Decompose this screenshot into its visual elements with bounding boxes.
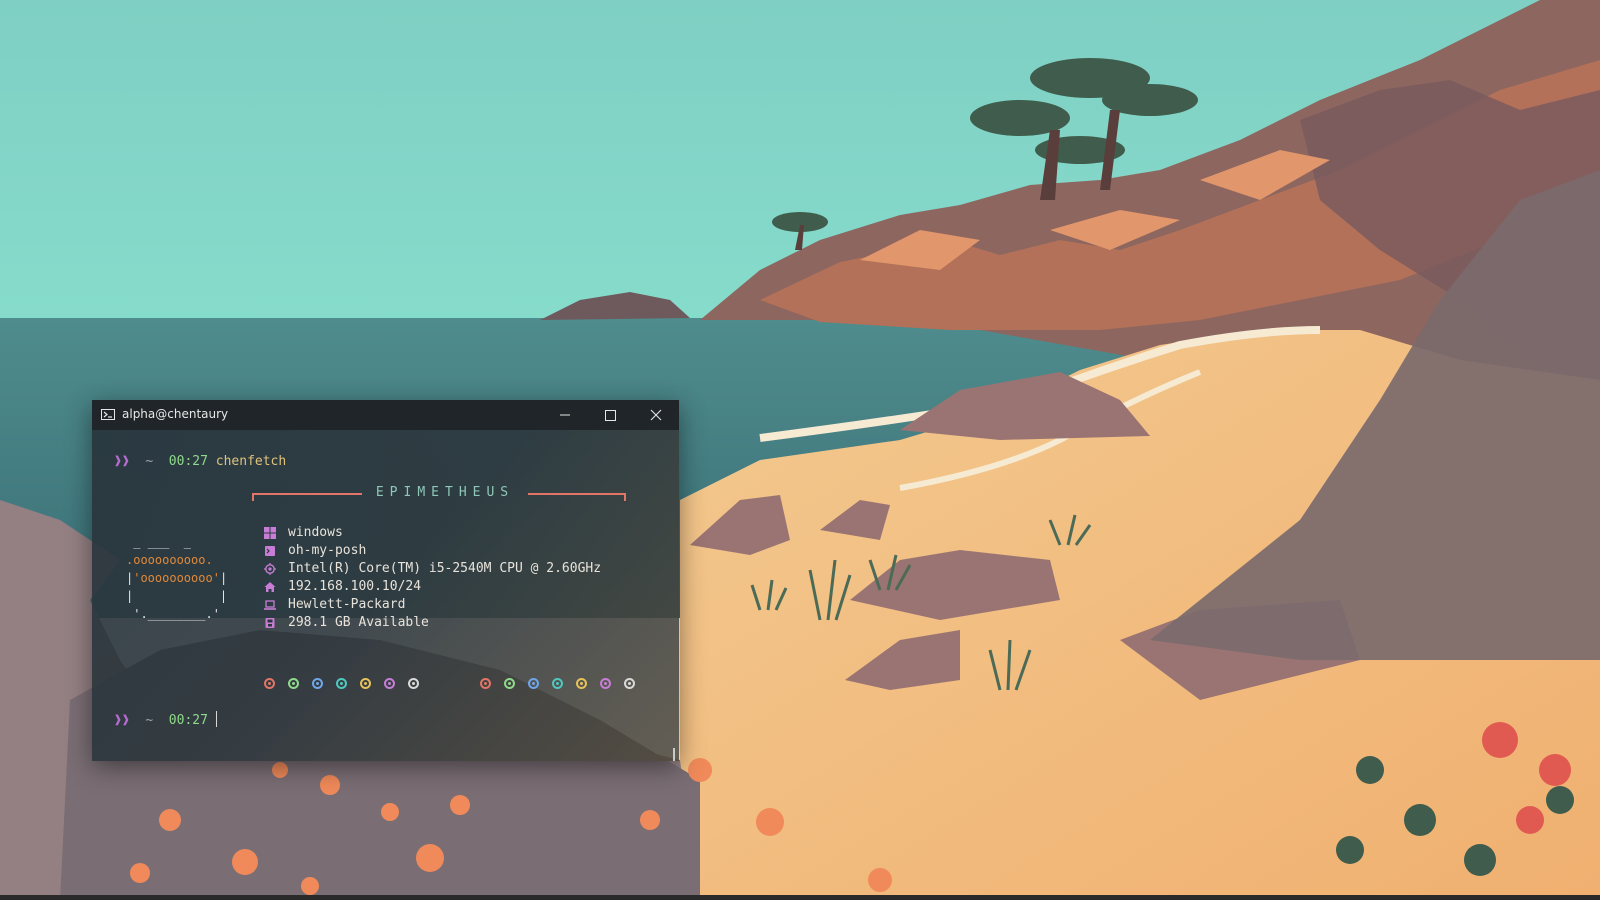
host-text: Hewlett-Packard bbox=[288, 597, 406, 612]
palette-dot bbox=[624, 678, 635, 689]
banner-rule-left bbox=[252, 493, 362, 495]
terminal-window[interactable]: alpha@chentaury ❱❱ ~ 00:27 chenfetch EPI… bbox=[92, 400, 679, 761]
banner-tick-left bbox=[252, 493, 254, 501]
terminal-icon bbox=[101, 409, 115, 420]
ip-text: 192.168.100.10/24 bbox=[288, 579, 422, 594]
ascii-line: .oooooooooo. bbox=[126, 553, 213, 567]
info-row-shell: oh-my-posh bbox=[264, 542, 664, 560]
prompt-path: ~ bbox=[145, 713, 154, 728]
laptop-icon bbox=[264, 600, 276, 610]
palette-dot bbox=[528, 678, 539, 689]
ascii-line: | | bbox=[126, 589, 228, 603]
maximize-button[interactable] bbox=[587, 400, 633, 430]
palette-dot bbox=[408, 678, 419, 689]
banner-tick-right bbox=[624, 493, 626, 501]
ascii-line: _ ___ _ bbox=[126, 535, 192, 549]
palette-dot bbox=[600, 678, 611, 689]
palette-dot bbox=[360, 678, 371, 689]
prompt-arrow: ❱❱ bbox=[114, 454, 130, 469]
prompt-command: chenfetch bbox=[215, 454, 287, 469]
ascii-logo: _ ___ _ .oooooooooo. |'oooooooooo'| | | … bbox=[126, 533, 227, 623]
cpu-icon bbox=[264, 563, 276, 575]
prompt-time: 00:27 bbox=[168, 454, 208, 469]
close-button[interactable] bbox=[633, 400, 679, 430]
shell-text: oh-my-posh bbox=[288, 543, 367, 558]
text-cursor bbox=[215, 711, 217, 727]
info-row-disk: 298.1 GB Available bbox=[264, 614, 664, 632]
windows-icon bbox=[264, 527, 276, 539]
maximize-icon bbox=[605, 410, 616, 421]
terminal-icon bbox=[265, 546, 275, 556]
palette-dot bbox=[504, 678, 515, 689]
minimize-button[interactable] bbox=[542, 400, 588, 430]
info-row-network: 192.168.100.10/24 bbox=[264, 578, 664, 596]
ascii-line: '.________.' bbox=[126, 607, 220, 621]
info-row-host: Hewlett-Packard bbox=[264, 596, 664, 614]
palette-dot bbox=[288, 678, 299, 689]
palette-dot bbox=[336, 678, 347, 689]
terminal-content[interactable]: ❱❱ ~ 00:27 chenfetch EPIMETHEUS _ ___ _ … bbox=[92, 430, 679, 761]
window-title: alpha@chentaury bbox=[122, 407, 229, 421]
title-bar[interactable]: alpha@chentaury bbox=[92, 400, 679, 430]
banner-rule-right bbox=[528, 493, 626, 495]
disk-icon bbox=[265, 618, 275, 628]
minimize-icon bbox=[560, 414, 570, 416]
close-icon bbox=[650, 409, 662, 421]
os-text: windows bbox=[288, 525, 343, 540]
palette-dot bbox=[552, 678, 563, 689]
palette-dot bbox=[576, 678, 587, 689]
hostname-banner: EPIMETHEUS bbox=[252, 485, 626, 503]
palette-dot bbox=[312, 678, 323, 689]
home-icon bbox=[264, 582, 276, 592]
palette-dot bbox=[264, 678, 275, 689]
prompt-time: 00:27 bbox=[168, 713, 208, 728]
prompt-path: ~ bbox=[145, 454, 154, 469]
prompt-arrow: ❱❱ bbox=[114, 713, 130, 728]
prompt-line: ❱❱ ~ 00:27 chenfetch bbox=[114, 453, 286, 471]
info-row-cpu: Intel(R) Core(TM) i5-2540M CPU @ 2.60GHz bbox=[264, 560, 664, 578]
info-row-os: windows bbox=[264, 524, 664, 542]
ascii-line: | bbox=[219, 571, 228, 585]
ascii-line: 'oooooooooo' bbox=[133, 571, 220, 585]
scrollbar[interactable] bbox=[673, 748, 675, 761]
disk-text: 298.1 GB Available bbox=[288, 615, 429, 630]
desktop: alpha@chentaury ❱❱ ~ 00:27 chenfetch EPI… bbox=[0, 0, 1600, 900]
palette-dot bbox=[384, 678, 395, 689]
cpu-text: Intel(R) Core(TM) i5-2540M CPU @ 2.60GHz bbox=[288, 561, 602, 576]
palette-dot bbox=[480, 678, 491, 689]
prompt-line-current[interactable]: ❱❱ ~ 00:27 bbox=[114, 711, 217, 729]
hostname-text: EPIMETHEUS bbox=[375, 485, 515, 500]
